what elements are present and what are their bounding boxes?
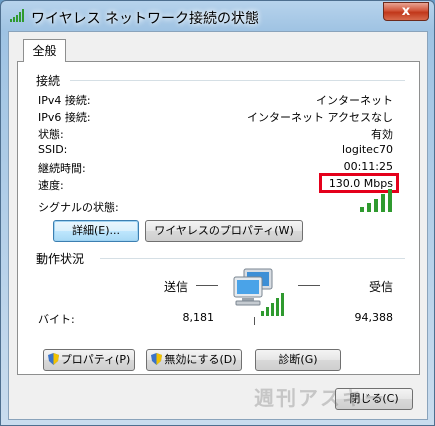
ipv4-label: IPv4 接続: — [38, 94, 91, 107]
diagnose-button[interactable]: 診断(G) — [255, 349, 341, 371]
state-label: 状態: — [38, 128, 64, 141]
network-computers-icon — [233, 268, 284, 325]
group-divider — [100, 258, 405, 259]
signal-strength-icon — [360, 189, 392, 212]
dialog-window: ワイヤレス ネットワーク接続の状態 x 全般 接続 IPv4 接続: インターネ… — [0, 0, 435, 426]
tab-general[interactable]: 全般 — [23, 39, 66, 62]
ipv4-value: インターネット — [316, 94, 393, 107]
bytes-sent-value: 8,181 — [182, 311, 215, 324]
close-window-button[interactable]: x — [383, 2, 429, 21]
details-button[interactable]: 詳細(E)... — [53, 220, 139, 242]
disable-button-label: 無効にする(D) — [164, 353, 237, 366]
window-title: ワイヤレス ネットワーク接続の状態 — [31, 11, 260, 27]
sent-label: 送信 — [164, 280, 189, 294]
state-value: 有効 — [371, 128, 393, 141]
ipv6-value: インターネット アクセスなし — [247, 111, 393, 124]
wireless-properties-button[interactable]: ワイヤレスのプロパティ(W) — [145, 220, 303, 242]
watermark: 週刊アスキー — [254, 386, 386, 410]
received-label: 受信 — [368, 280, 393, 294]
duration-value: 00:11:25 — [343, 160, 393, 173]
client-area: 全般 接続 IPv4 接続: インターネット IPv6 接続: インターネット … — [8, 31, 428, 420]
group-divider — [70, 80, 405, 81]
speed-label: 速度: — [38, 179, 64, 192]
ssid-value: logitec70 — [342, 143, 393, 156]
bytes-label: バイト: — [38, 313, 75, 326]
disable-button[interactable]: 無効にする(D) — [146, 349, 242, 371]
uac-shield-icon — [47, 353, 59, 365]
title-bar[interactable]: ワイヤレス ネットワーク接続の状態 x — [1, 1, 434, 31]
properties-button-label: プロパティ(P) — [60, 353, 131, 366]
activity-group-title: 動作状況 — [36, 252, 85, 266]
tab-panel-general: 接続 IPv4 接続: インターネット IPv6 接続: インターネット アクセ… — [17, 61, 420, 375]
bytes-received-value: 94,388 — [354, 311, 394, 324]
sent-line — [196, 285, 218, 286]
ipv6-label: IPv6 接続: — [38, 111, 91, 124]
received-line — [298, 285, 320, 286]
wireless-signal-icon — [10, 9, 24, 22]
connection-group-title: 接続 — [36, 74, 61, 88]
properties-button[interactable]: プロパティ(P) — [43, 349, 135, 371]
uac-shield-icon — [151, 353, 163, 365]
signal-label: シグナルの状態: — [38, 201, 119, 214]
duration-label: 継続時間: — [38, 162, 86, 175]
ssid-label: SSID: — [38, 143, 68, 156]
